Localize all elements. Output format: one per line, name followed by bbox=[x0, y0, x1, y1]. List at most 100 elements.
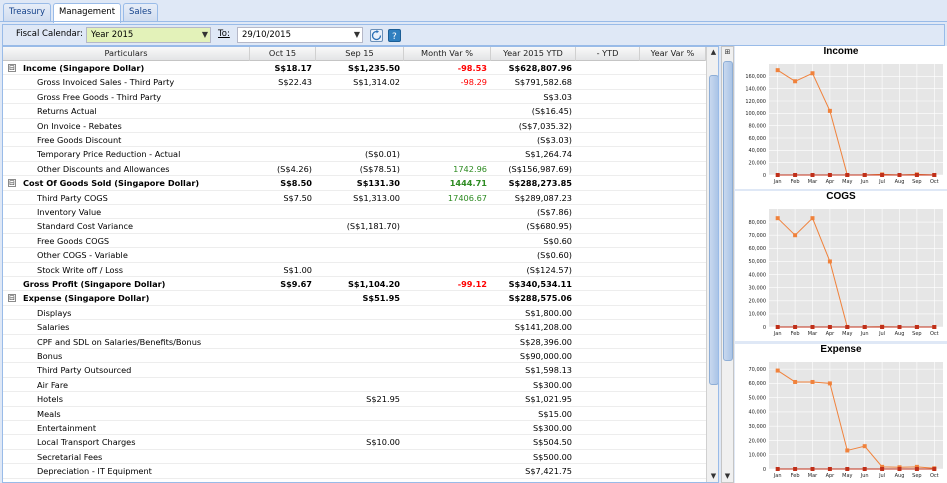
data-point[interactable] bbox=[845, 325, 850, 329]
table-row[interactable]: Meals S$15.00 bbox=[3, 407, 706, 421]
data-point[interactable] bbox=[914, 467, 919, 471]
table-row[interactable]: ⊟ Income (Singapore Dollar) S$18.17 S$1,235… bbox=[3, 61, 706, 76]
data-point[interactable] bbox=[897, 325, 902, 329]
data-point[interactable] bbox=[914, 325, 919, 329]
data-point[interactable] bbox=[862, 444, 867, 449]
data-point[interactable] bbox=[775, 368, 780, 373]
fiscal-calendar-select[interactable]: Year 2015 ▼ bbox=[86, 27, 211, 43]
col-header-month-var[interactable]: Month Var % bbox=[404, 47, 491, 61]
table-row[interactable]: Returns Actual (S$16.45) bbox=[3, 104, 706, 119]
table-row[interactable]: Gross Invoiced Sales - Third Party S$22.4… bbox=[3, 75, 706, 90]
grid-scrollbar[interactable]: ▲ ▼ bbox=[706, 47, 718, 482]
table-row[interactable]: Salaries S$141,208.00 bbox=[3, 320, 706, 335]
data-point[interactable] bbox=[810, 325, 815, 329]
table-row[interactable]: Free Goods COGS S$0.60 bbox=[3, 234, 706, 249]
table-row[interactable]: Displays S$1,800.00 bbox=[3, 306, 706, 321]
data-point[interactable] bbox=[914, 173, 919, 177]
data-point[interactable] bbox=[793, 173, 798, 177]
data-point[interactable] bbox=[793, 379, 798, 384]
col-header-ytd[interactable]: Year 2015 YTD bbox=[491, 47, 576, 61]
scrollbar-thumb[interactable] bbox=[709, 75, 718, 385]
table-row[interactable]: Third Party Outsourced S$1,598.13 bbox=[3, 363, 706, 378]
scroll-up-icon[interactable]: ▲ bbox=[708, 47, 718, 58]
data-point[interactable] bbox=[827, 325, 832, 329]
data-point[interactable] bbox=[775, 325, 780, 329]
tab-management[interactable]: Management bbox=[53, 3, 122, 23]
to-date-select[interactable]: 29/10/2015 ▼ bbox=[237, 27, 363, 43]
data-point[interactable] bbox=[775, 173, 780, 177]
table-row[interactable]: Other Discounts and Allowances (S$4.26) (S… bbox=[3, 162, 706, 177]
data-point[interactable] bbox=[827, 259, 832, 264]
data-point[interactable] bbox=[810, 216, 815, 221]
data-point[interactable] bbox=[775, 467, 780, 471]
data-point[interactable] bbox=[897, 173, 902, 177]
refresh-icon[interactable] bbox=[370, 29, 383, 42]
data-point[interactable] bbox=[810, 467, 815, 471]
data-point[interactable] bbox=[880, 173, 885, 177]
data-point[interactable] bbox=[862, 325, 867, 329]
table-row[interactable]: ⊟ Cost Of Goods Sold (Singapore Dollar) S$… bbox=[3, 176, 706, 191]
table-row[interactable]: Local Transport Charges S$10.00 S$504.50 bbox=[3, 435, 706, 450]
collapse-icon[interactable]: ⊟ bbox=[8, 179, 16, 188]
collapse-icon[interactable]: ⊟ bbox=[8, 294, 16, 303]
table-row[interactable]: ⊟ Expense (Singapore Dollar) S$51.95 S$288,… bbox=[3, 291, 706, 306]
col-header-particulars[interactable]: Particulars bbox=[3, 47, 250, 61]
chart-panel-scrollbar[interactable]: ⊞ ▼ bbox=[721, 46, 734, 483]
table-row[interactable]: CPF and SDL on Salaries/Benefits/Bonus S$… bbox=[3, 335, 706, 349]
table-row[interactable]: Hotels S$21.95 S$1,021.95 bbox=[3, 392, 706, 407]
col-header-sep15[interactable]: Sep 15 bbox=[316, 47, 404, 61]
help-icon[interactable]: ? bbox=[388, 29, 401, 42]
table-row[interactable]: Gross Profit (Singapore Dollar) S$9.67 S$1… bbox=[3, 277, 706, 292]
table-row[interactable]: Bonus S$90,000.00 bbox=[3, 349, 706, 364]
table-row[interactable]: On Invoice - Rebates (S$7,035.32) bbox=[3, 119, 706, 133]
data-point[interactable] bbox=[932, 467, 937, 471]
data-point[interactable] bbox=[862, 173, 867, 177]
col-header-oct15[interactable]: Oct 15 bbox=[250, 47, 316, 61]
data-point[interactable] bbox=[897, 467, 902, 471]
data-point[interactable] bbox=[932, 173, 937, 177]
table-row[interactable]: Temporary Price Reduction - Actual (S$0.0… bbox=[3, 147, 706, 162]
data-point[interactable] bbox=[932, 325, 937, 329]
data-point[interactable] bbox=[827, 467, 832, 471]
col-header-prev-ytd[interactable]: - YTD bbox=[576, 47, 640, 61]
data-point[interactable] bbox=[845, 173, 850, 177]
collapse-icon[interactable]: ⊞ bbox=[722, 47, 733, 58]
tab-sales[interactable]: Sales bbox=[123, 3, 158, 22]
data-point[interactable] bbox=[827, 108, 832, 113]
tab-treasury[interactable]: Treasury bbox=[3, 3, 52, 22]
data-point[interactable] bbox=[793, 325, 798, 329]
table-row[interactable]: Entertainment S$300.00 bbox=[3, 421, 706, 436]
table-row[interactable]: Air Fare S$300.00 bbox=[3, 378, 706, 393]
data-point[interactable] bbox=[880, 325, 885, 329]
data-point[interactable] bbox=[827, 173, 832, 177]
table-row[interactable]: Standard Cost Variance (S$1,181.70) (S$680… bbox=[3, 219, 706, 234]
chart-scrollbar-thumb[interactable] bbox=[723, 61, 733, 361]
data-point[interactable] bbox=[793, 79, 798, 84]
table-row[interactable]: Depreciation - IT Equipment S$7,421.75 bbox=[3, 464, 706, 479]
table-row[interactable]: Inventory Value (S$7.86) bbox=[3, 205, 706, 220]
table-row[interactable]: Stock Write off / Loss S$1.00 (S$124.57) bbox=[3, 263, 706, 277]
data-point[interactable] bbox=[810, 71, 815, 76]
cell-name: Gross Profit (Singapore Dollar) bbox=[23, 279, 166, 289]
col-header-year-var[interactable]: Year Var % bbox=[640, 47, 706, 61]
table-row[interactable]: Free Goods Discount (S$3.03) bbox=[3, 133, 706, 148]
table-row[interactable]: Other COGS - Variable (S$0.60) bbox=[3, 248, 706, 263]
data-point[interactable] bbox=[827, 381, 832, 386]
data-point[interactable] bbox=[845, 467, 850, 471]
table-row[interactable]: Secretarial Fees S$500.00 bbox=[3, 450, 706, 465]
table-row[interactable]: Gross Free Goods - Third Party S$3.03 bbox=[3, 90, 706, 105]
data-point[interactable] bbox=[793, 233, 798, 238]
data-point[interactable] bbox=[880, 467, 885, 471]
collapse-icon[interactable]: ⊟ bbox=[8, 64, 16, 72]
data-point[interactable] bbox=[775, 216, 780, 221]
data-point[interactable] bbox=[845, 448, 850, 453]
table-row[interactable]: Depreciation - Renovations S$1,193.20 bbox=[3, 479, 706, 482]
data-point[interactable] bbox=[775, 68, 780, 73]
data-point[interactable] bbox=[793, 467, 798, 471]
data-point[interactable] bbox=[810, 379, 815, 384]
table-row[interactable]: Third Party COGS S$7.50 S$1,313.00 17406.67… bbox=[3, 191, 706, 205]
scroll-down-icon[interactable]: ▼ bbox=[722, 471, 733, 482]
scroll-down-icon[interactable]: ▼ bbox=[708, 471, 718, 482]
data-point[interactable] bbox=[810, 173, 815, 177]
data-point[interactable] bbox=[862, 467, 867, 471]
